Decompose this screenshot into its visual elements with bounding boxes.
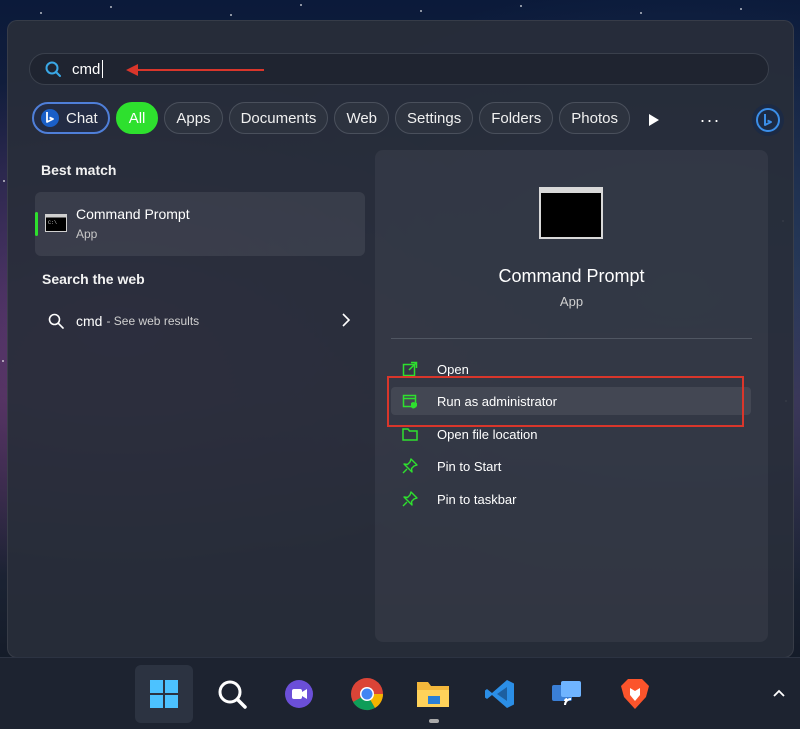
taskbar bbox=[0, 657, 800, 729]
play-icon bbox=[649, 114, 659, 126]
taskbar-search-button[interactable] bbox=[203, 665, 261, 723]
search-web-heading: Search the web bbox=[42, 271, 145, 287]
detail-title: Command Prompt bbox=[498, 266, 645, 286]
running-indicator bbox=[429, 719, 439, 723]
action-open-file-location-label: Open file location bbox=[437, 426, 538, 442]
more-filters-button[interactable] bbox=[640, 106, 668, 134]
vscode-icon bbox=[485, 680, 514, 708]
folder-icon bbox=[417, 682, 449, 707]
filter-web-label: Web bbox=[346, 109, 378, 127]
taskbar-meet-button[interactable] bbox=[270, 665, 328, 723]
chevron-right-icon bbox=[342, 313, 351, 327]
filter-settings[interactable]: Settings bbox=[395, 102, 474, 134]
filter-photos-label: Photos bbox=[571, 109, 618, 127]
more-options-button[interactable]: ··· bbox=[696, 110, 724, 131]
filter-all[interactable]: All bbox=[115, 102, 159, 134]
action-open-label: Open bbox=[437, 361, 469, 377]
filter-settings-label: Settings bbox=[407, 109, 462, 127]
best-match-kind: App bbox=[76, 227, 98, 241]
filter-photos[interactable]: Photos bbox=[559, 102, 630, 134]
chevron-up-icon[interactable] bbox=[772, 688, 786, 698]
search-icon bbox=[45, 61, 61, 77]
annotation-arrow bbox=[126, 64, 264, 76]
cast-icon bbox=[552, 681, 581, 706]
best-match-heading: Best match bbox=[41, 162, 117, 178]
web-result-hint: - See web results bbox=[106, 314, 200, 328]
brave-lion-icon bbox=[621, 679, 649, 709]
web-result-term: cmd bbox=[76, 313, 103, 329]
filter-folders-label: Folders bbox=[491, 109, 542, 127]
taskbar-brave-button[interactable] bbox=[606, 665, 664, 723]
bing-button[interactable] bbox=[752, 104, 784, 136]
folder-icon bbox=[401, 425, 419, 443]
taskbar-chrome-button[interactable] bbox=[338, 665, 396, 723]
filter-toolbar: ··· bbox=[640, 104, 784, 136]
filter-documents[interactable]: Documents bbox=[228, 102, 329, 134]
taskbar-vscode-button[interactable] bbox=[471, 665, 529, 723]
filter-all-label: All bbox=[128, 109, 146, 127]
annotation-highlight-box bbox=[387, 376, 744, 427]
bing-chat-icon bbox=[41, 109, 59, 127]
action-pin-to-start[interactable]: Pin to Start bbox=[391, 452, 751, 480]
search-icon bbox=[218, 680, 247, 709]
action-pin-to-start-label: Pin to Start bbox=[437, 458, 502, 474]
command-prompt-icon: C:\ bbox=[45, 214, 67, 232]
filter-apps-label: Apps bbox=[176, 109, 211, 127]
pin-icon bbox=[401, 490, 419, 508]
taskbar-file-explorer-button[interactable] bbox=[404, 665, 462, 723]
svg-text:C:\: C:\ bbox=[48, 220, 57, 226]
text-caret bbox=[102, 60, 104, 78]
command-prompt-large-icon bbox=[539, 187, 603, 239]
best-match-item[interactable]: C:\ Command Prompt App bbox=[35, 192, 365, 256]
filter-bar: Chat All Apps Documents Web Settings Fol… bbox=[32, 102, 630, 134]
filter-apps[interactable]: Apps bbox=[164, 102, 223, 134]
action-pin-to-taskbar-label: Pin to taskbar bbox=[437, 491, 517, 507]
web-result-item[interactable]: cmd - See web results bbox=[35, 306, 365, 336]
filter-chat[interactable]: Chat bbox=[32, 102, 110, 134]
filter-chat-label: Chat bbox=[66, 109, 98, 127]
detail-divider bbox=[391, 338, 752, 339]
windows-logo-icon bbox=[150, 680, 178, 708]
pin-icon bbox=[401, 457, 419, 475]
bing-icon bbox=[756, 108, 780, 132]
selection-indicator bbox=[35, 212, 38, 236]
chrome-icon bbox=[351, 678, 384, 711]
detail-subtitle: App bbox=[559, 294, 584, 309]
search-icon bbox=[48, 313, 64, 329]
filter-folders[interactable]: Folders bbox=[479, 102, 554, 134]
taskbar-cast-button[interactable] bbox=[538, 665, 596, 723]
taskbar-start-button[interactable] bbox=[135, 665, 193, 723]
filter-documents-label: Documents bbox=[240, 109, 317, 127]
filter-web[interactable]: Web bbox=[334, 102, 390, 134]
action-pin-to-taskbar[interactable]: Pin to taskbar bbox=[391, 485, 751, 513]
search-query: cmd bbox=[72, 60, 101, 78]
best-match-name: Command Prompt bbox=[76, 206, 190, 222]
video-chat-icon bbox=[285, 680, 313, 708]
